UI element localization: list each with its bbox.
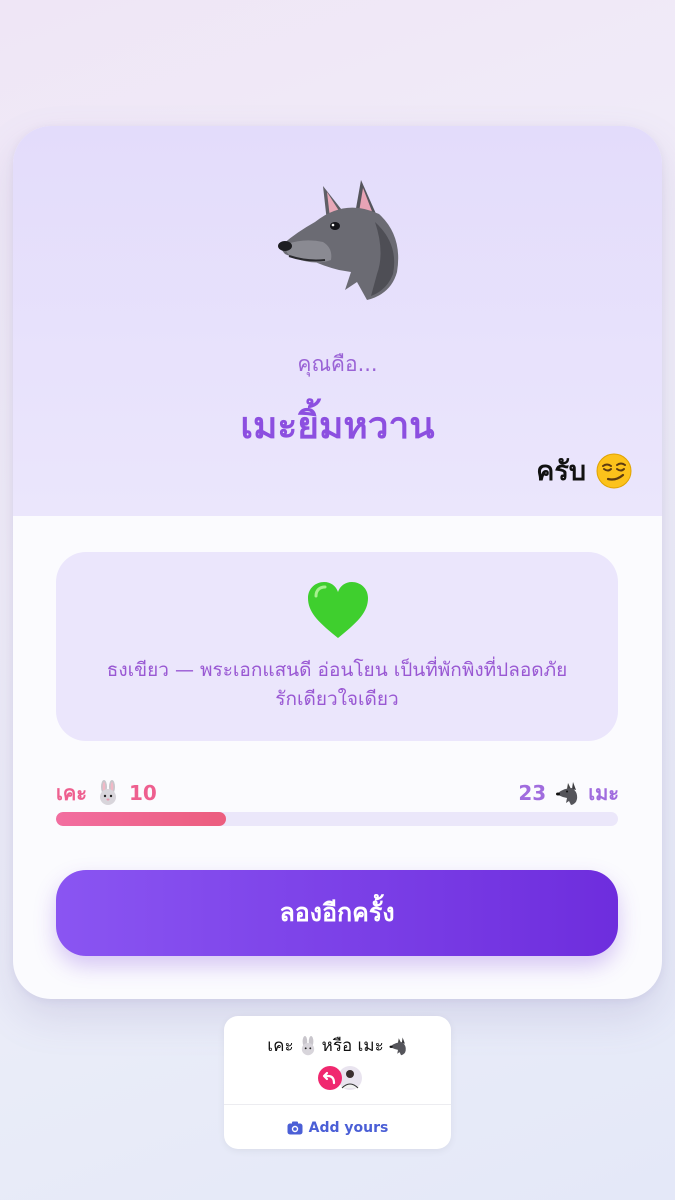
seme-label: เมะ: [588, 781, 619, 805]
result-description-box: ธงเขียว — พระเอกแสนดี อ่อนโยน เป็นที่พัก…: [56, 552, 618, 741]
wolf-small-icon: [389, 1037, 406, 1055]
description-line-1: ธงเขียว — พระเอกแสนดี อ่อนโยน เป็นที่พัก…: [106, 659, 568, 681]
caption-sticker[interactable]: ครับ: [536, 449, 632, 492]
add-yours-divider: [224, 1104, 451, 1105]
score-progress-fill: [56, 812, 227, 826]
wolf-small-icon: [556, 782, 578, 805]
description-line-2: รักเดียวใจเดียว: [275, 688, 399, 710]
seme-value: 23: [518, 781, 547, 805]
camera-icon: [287, 1121, 303, 1135]
add-yours-label: Add yours: [308, 1120, 389, 1136]
result-description: ธงเขียว — พระเอกแสนดี อ่อนโยน เป็นที่พัก…: [76, 656, 598, 714]
uke-score: เคะ 10: [56, 777, 157, 809]
uke-value: 10: [128, 781, 157, 805]
add-yours-prompt-a: เคะ: [267, 1036, 294, 1056]
rabbit-icon: [301, 1035, 314, 1055]
result-title: เมะยิ้มหวาน: [240, 404, 435, 447]
uke-label: เคะ: [56, 781, 87, 805]
green-heart-icon: [308, 582, 368, 638]
score-progress-bar: [56, 812, 618, 826]
seme-score: 23 เมะ: [518, 777, 619, 809]
wolf-icon: [278, 180, 399, 300]
participant-avatars[interactable]: [316, 1064, 366, 1092]
smirk-face-icon: [596, 453, 632, 488]
add-yours-sticker[interactable]: เคะ หรือ เมะ Add yours: [224, 1016, 451, 1149]
add-yours-prompt: เคะ หรือ เมะ: [224, 1032, 451, 1059]
result-header: คุณคือ... เมะยิ้มหวาน ครับ: [13, 126, 662, 516]
rabbit-icon: [99, 780, 116, 805]
result-card: คุณคือ... เมะยิ้มหวาน ครับ ธงเขียว — พระ…: [13, 126, 662, 999]
add-yours-button[interactable]: Add yours: [224, 1116, 451, 1140]
result-subtitle: คุณคือ...: [297, 352, 378, 376]
caption-text: ครับ: [536, 456, 586, 487]
retry-button[interactable]: ลองอีกครั้ง: [56, 870, 618, 956]
add-yours-prompt-b: หรือ เมะ: [321, 1036, 384, 1056]
